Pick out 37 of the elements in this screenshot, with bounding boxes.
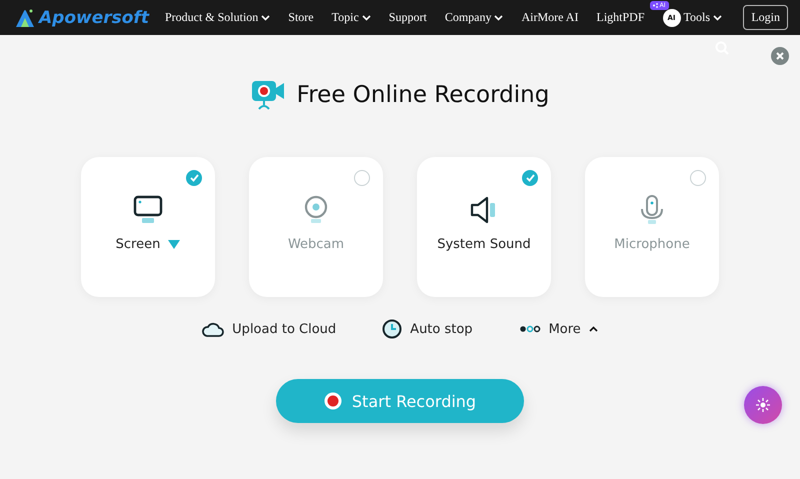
dropdown-triangle-icon[interactable] (168, 240, 180, 249)
video-camera-icon (250, 79, 285, 111)
record-icon (324, 392, 342, 410)
logo-icon (14, 8, 36, 28)
option-label[interactable]: Auto stop (410, 322, 473, 336)
page-title: Free Online Recording (296, 82, 550, 108)
option-label[interactable]: More (548, 322, 581, 336)
source-card[interactable]: System Sound (417, 157, 551, 297)
close-button[interactable] (771, 47, 789, 65)
source-label: Screen (116, 237, 160, 252)
checkmark-icon (526, 174, 534, 182)
nav-link[interactable]: Store (288, 10, 314, 25)
monitor-icon (133, 195, 163, 225)
checkbox[interactable] (690, 170, 706, 186)
checkbox[interactable] (522, 170, 538, 186)
nav-link[interactable]: Company (444, 10, 504, 25)
clock-icon (382, 319, 402, 339)
nav-link[interactable]: Support (388, 10, 427, 25)
caret-up-icon (588, 326, 598, 332)
nav-link[interactable]: AirMore AI (521, 10, 578, 25)
option-label[interactable]: Upload to Cloud (232, 322, 336, 336)
login-button[interactable]: Login (743, 5, 788, 30)
checkmark-icon (190, 174, 198, 182)
nav-link[interactable]: Topic (332, 10, 371, 25)
checkbox[interactable] (186, 170, 202, 186)
dots-icon (518, 325, 541, 333)
source-label: System Sound (437, 237, 531, 252)
close-icon (776, 52, 784, 60)
source-label: Microphone (614, 237, 690, 252)
checkbox[interactable] (354, 170, 370, 186)
source-label: Webcam (288, 237, 344, 252)
sparkle-icon (755, 397, 771, 413)
cloud-icon (202, 322, 224, 336)
nav-link[interactable]: Product & Solution (164, 10, 270, 25)
source-card[interactable]: Screen (81, 157, 215, 297)
brand-name: Apowersoft (39, 8, 149, 28)
assistant-button[interactable] (744, 386, 782, 424)
